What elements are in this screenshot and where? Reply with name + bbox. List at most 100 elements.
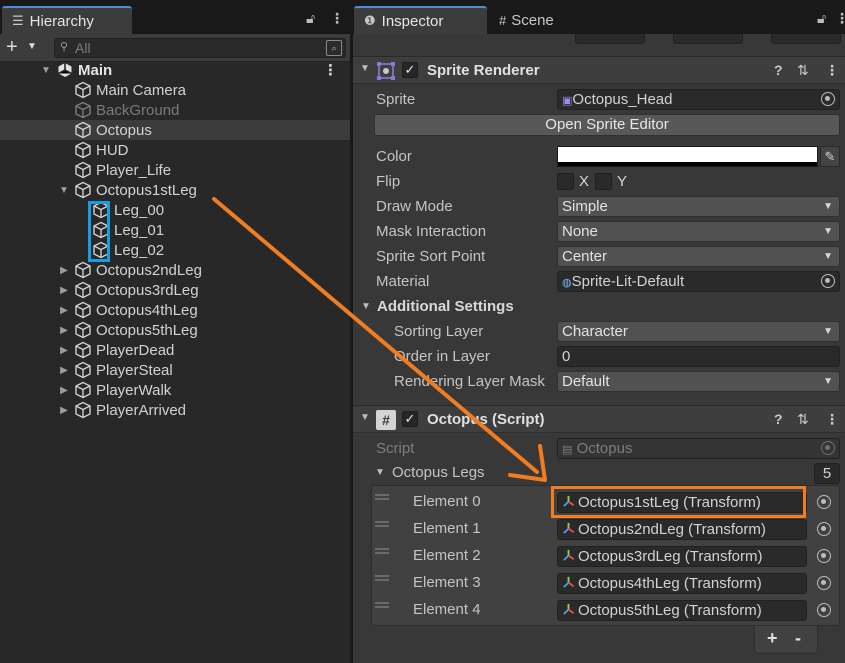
collapse-arrow-icon[interactable]: ▶	[58, 305, 70, 316]
sorting-layer-dropdown[interactable]: Character ▼	[557, 321, 840, 342]
element-transform-field[interactable]: Octopus3rdLeg (Transform)	[557, 546, 807, 567]
collapse-arrow-icon[interactable]: ▶	[58, 365, 70, 376]
object-picker-icon[interactable]	[809, 573, 837, 594]
add-element-button[interactable]: +	[767, 628, 778, 649]
color-swatch[interactable]	[557, 146, 818, 167]
scale-x-field[interactable]	[575, 34, 645, 44]
element-transform-field[interactable]: Octopus4thLeg (Transform)	[557, 573, 807, 594]
hierarchy-item[interactable]: HUD	[0, 140, 350, 160]
filter-icon[interactable]: ⌕	[326, 40, 342, 56]
mask-interaction-dropdown[interactable]: None ▼	[557, 221, 840, 242]
collapse-arrow-icon[interactable]: ▶	[58, 325, 70, 336]
collapse-arrow-icon[interactable]: ▶	[58, 385, 70, 396]
component-enabled-checkbox[interactable]: ✓	[402, 62, 418, 78]
selection-highlight-box	[88, 201, 110, 262]
add-icon[interactable]: +	[6, 36, 18, 58]
hierarchy-item[interactable]: Player_Life	[0, 160, 350, 180]
drag-handle-icon[interactable]	[375, 548, 389, 554]
draw-mode-dropdown[interactable]: Simple ▼	[557, 196, 840, 217]
collapse-arrow-icon[interactable]: ▶	[58, 265, 70, 276]
open-sprite-editor-button[interactable]: Open Sprite Editor	[374, 114, 840, 136]
foldout-arrow-icon[interactable]: ▼	[361, 296, 371, 318]
search-input[interactable]	[75, 39, 315, 57]
drag-handle-icon[interactable]	[375, 602, 389, 608]
element-transform-field[interactable]: Octopus2ndLeg (Transform)	[557, 519, 807, 540]
material-field[interactable]: ◍Sprite-Lit-Default	[557, 271, 840, 292]
lock-icon[interactable]: 🔓︎	[306, 10, 315, 27]
kebab-menu-icon[interactable]: ⋮	[835, 10, 845, 27]
foldout-arrow-icon[interactable]: ▼	[360, 63, 370, 74]
help-icon[interactable]: ?	[774, 411, 783, 427]
hierarchy-item[interactable]: Leg_02	[0, 240, 350, 260]
order-in-layer-field[interactable]: 0	[557, 346, 840, 367]
kebab-menu-icon[interactable]: ⋮	[323, 61, 338, 79]
hierarchy-toolbar: + ▼ ⚲ ⌕	[0, 34, 350, 62]
octopus-legs-size-field[interactable]: 5	[814, 463, 840, 484]
tab-inspector[interactable]: ❶ Inspector	[354, 6, 487, 34]
tab-scene[interactable]: # Scene	[499, 12, 554, 29]
object-picker-icon[interactable]	[809, 492, 837, 513]
collapse-arrow-icon[interactable]: ▶	[58, 345, 70, 356]
flip-y-checkbox[interactable]	[595, 173, 612, 190]
remove-element-button[interactable]: -	[795, 628, 801, 649]
help-icon[interactable]: ?	[774, 62, 783, 78]
hierarchy-item[interactable]: ▶ PlayerSteal	[0, 360, 350, 380]
kebab-menu-icon[interactable]: ⋮	[330, 10, 344, 27]
drag-handle-icon[interactable]	[375, 494, 389, 500]
collapse-arrow-icon[interactable]: ▶	[58, 405, 70, 416]
hierarchy-item[interactable]: ▶ PlayerArrived	[0, 400, 350, 420]
hierarchy-item[interactable]: ▶ Octopus4thLeg	[0, 300, 350, 320]
sprite-renderer-header[interactable]: ▼ ✓ Sprite Renderer ? ⇅ ⋮	[353, 56, 845, 84]
hierarchy-item[interactable]: Leg_00	[0, 200, 350, 220]
scale-y-field[interactable]	[673, 34, 743, 44]
kebab-menu-icon[interactable]: ⋮	[825, 62, 839, 79]
hierarchy-item[interactable]: ▶ PlayerWalk	[0, 380, 350, 400]
component-enabled-checkbox[interactable]: ✓	[402, 411, 418, 427]
sprite-sort-point-dropdown[interactable]: Center ▼	[557, 246, 840, 267]
foldout-arrow-icon[interactable]: ▼	[375, 462, 385, 484]
foldout-arrow-icon[interactable]: ▼	[360, 412, 370, 423]
hierarchy-item-label: HUD	[96, 141, 129, 159]
hierarchy-item[interactable]: ▶ PlayerDead	[0, 340, 350, 360]
drag-handle-icon[interactable]	[375, 575, 389, 581]
hierarchy-item[interactable]: ▶ Octopus3rdLeg	[0, 280, 350, 300]
drag-handle-icon[interactable]	[375, 521, 389, 527]
sorting-layer-value: Character	[562, 323, 628, 340]
expand-arrow-icon[interactable]: ▼	[40, 65, 52, 76]
hierarchy-item[interactable]: ▶ Octopus2ndLeg	[0, 260, 350, 280]
object-picker-icon[interactable]	[821, 274, 835, 288]
hierarchy-item[interactable]: BackGround	[0, 100, 350, 120]
octopus-script-header[interactable]: ▼ # ✓ Octopus (Script) ? ⇅ ⋮	[353, 405, 845, 433]
scale-z-field[interactable]	[771, 34, 841, 44]
rendering-layer-mask-dropdown[interactable]: Default ▼	[557, 371, 840, 392]
search-box[interactable]: ⚲ ⌕	[54, 38, 346, 58]
chevron-down-icon[interactable]: ▼	[27, 41, 37, 52]
object-picker-icon[interactable]	[809, 519, 837, 540]
object-picker-icon[interactable]	[821, 92, 835, 106]
preset-sliders-icon[interactable]: ⇅	[797, 62, 809, 79]
expand-arrow-icon[interactable]: ▼	[58, 185, 70, 196]
hierarchy-item[interactable]: Leg_01	[0, 220, 350, 240]
preset-sliders-icon[interactable]: ⇅	[797, 411, 809, 428]
kebab-menu-icon[interactable]: ⋮	[825, 411, 839, 428]
script-field: ▤ Octopus	[557, 438, 840, 459]
hierarchy-item[interactable]: Main Camera	[0, 80, 350, 100]
hierarchy-panel: ☰ Hierarchy 🔓︎ ⋮ + ▼ ⚲ ⌕ ▼ Main ⋮ Main Came…	[0, 0, 350, 663]
object-picker-icon[interactable]	[809, 546, 837, 567]
collapse-arrow-icon[interactable]: ▶	[58, 285, 70, 296]
rendering-layer-mask-value: Default	[562, 373, 610, 390]
hierarchy-item[interactable]: ▶ Octopus5thLeg	[0, 320, 350, 340]
tab-hierarchy[interactable]: ☰ Hierarchy	[2, 6, 132, 34]
octopus-legs-foldout[interactable]: Octopus Legs	[392, 462, 485, 484]
lock-icon[interactable]: 🔓︎	[817, 10, 826, 27]
hierarchy-item[interactable]: Octopus	[0, 120, 350, 140]
eyedropper-icon[interactable]: ✎	[820, 146, 840, 167]
flip-x-checkbox[interactable]	[557, 173, 574, 190]
sprite-field[interactable]: ▣Octopus_Head	[557, 89, 840, 110]
hierarchy-item[interactable]: ▼ Octopus1stLeg	[0, 180, 350, 200]
hierarchy-item[interactable]: ▼ Main ⋮	[0, 60, 350, 80]
element-transform-field[interactable]: Octopus5thLeg (Transform)	[557, 600, 807, 621]
additional-settings-foldout[interactable]: Additional Settings	[377, 296, 514, 318]
draw-mode-value: Simple	[562, 198, 608, 215]
object-picker-icon[interactable]	[809, 600, 837, 621]
